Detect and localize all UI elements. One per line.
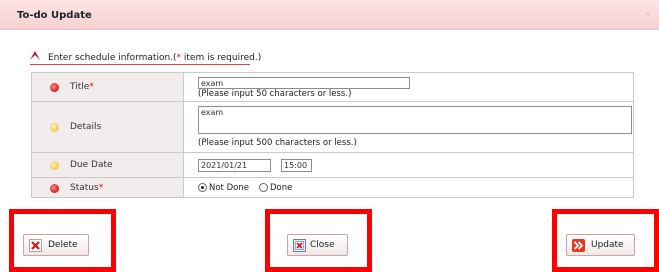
status-value-cell: Not Done Done [183,177,634,198]
close-button-label: Close [310,240,335,250]
dialog-titlebar: To-do Update × [0,0,659,30]
title-value-cell: exam (Please input 50 characters or less… [183,72,634,102]
status-not-done-radio[interactable] [198,183,207,192]
close-window-icon [293,239,306,252]
details-textarea[interactable]: exam [198,106,632,134]
form-row-details: Details exam (Please input 500 character… [31,101,634,153]
double-chevron-right-icon [572,239,585,252]
update-button[interactable]: Update [566,234,635,256]
due-date-label-cell: Due Date [31,152,184,178]
instruction-text-end: item is required.) [181,53,262,63]
bullet-icon [50,123,59,132]
status-done-label[interactable]: Done [270,183,292,193]
dialog-title: To-do Update [17,10,92,21]
due-time-input[interactable]: 15:00 [281,159,312,172]
due-date-value-cell: 2021/01/21 15:00 [183,152,634,178]
status-required-mark: * [98,183,104,193]
details-label-cell: Details [31,101,184,153]
instruction-text: Enter schedule information.(* item is re… [48,53,261,63]
title-label: Title [70,82,90,92]
details-label: Details [70,122,102,132]
update-button-label: Update [591,240,624,250]
delete-button[interactable]: Delete [23,234,89,256]
details-hint: (Please input 500 characters or less.) [198,138,357,148]
title-label-cell: Title* [31,72,184,102]
required-bullet-icon [50,184,59,193]
status-done-radio[interactable] [259,183,268,192]
title-input[interactable]: exam [198,77,410,89]
instruction-text-start: Enter schedule information.( [48,53,177,63]
title-hint: (Please input 50 characters or less.) [198,89,352,99]
status-label-cell: Status* [31,177,184,198]
delete-icon [29,239,42,252]
status-not-done-label[interactable]: Not Done [209,183,249,193]
warning-triangle-inner [30,55,40,60]
delete-button-label: Delete [48,240,78,250]
close-button[interactable]: Close [287,234,348,256]
instruction-underline [30,64,250,65]
bullet-icon [50,161,59,170]
due-date-label: Due Date [70,160,113,170]
form-row-due-date: Due Date 2021/01/21 15:00 [31,152,634,178]
due-date-input[interactable]: 2021/01/21 [198,159,271,172]
schedule-form: Title* exam (Please input 50 characters … [31,72,634,198]
close-icon[interactable]: × [644,9,651,18]
details-value-cell: exam (Please input 500 characters or les… [183,101,634,153]
required-bullet-icon [50,83,59,92]
form-row-status: Status* Not Done Done [31,177,634,198]
status-label: Status [70,183,99,193]
title-required-mark: * [89,82,94,92]
form-row-title: Title* exam (Please input 50 characters … [31,72,634,102]
